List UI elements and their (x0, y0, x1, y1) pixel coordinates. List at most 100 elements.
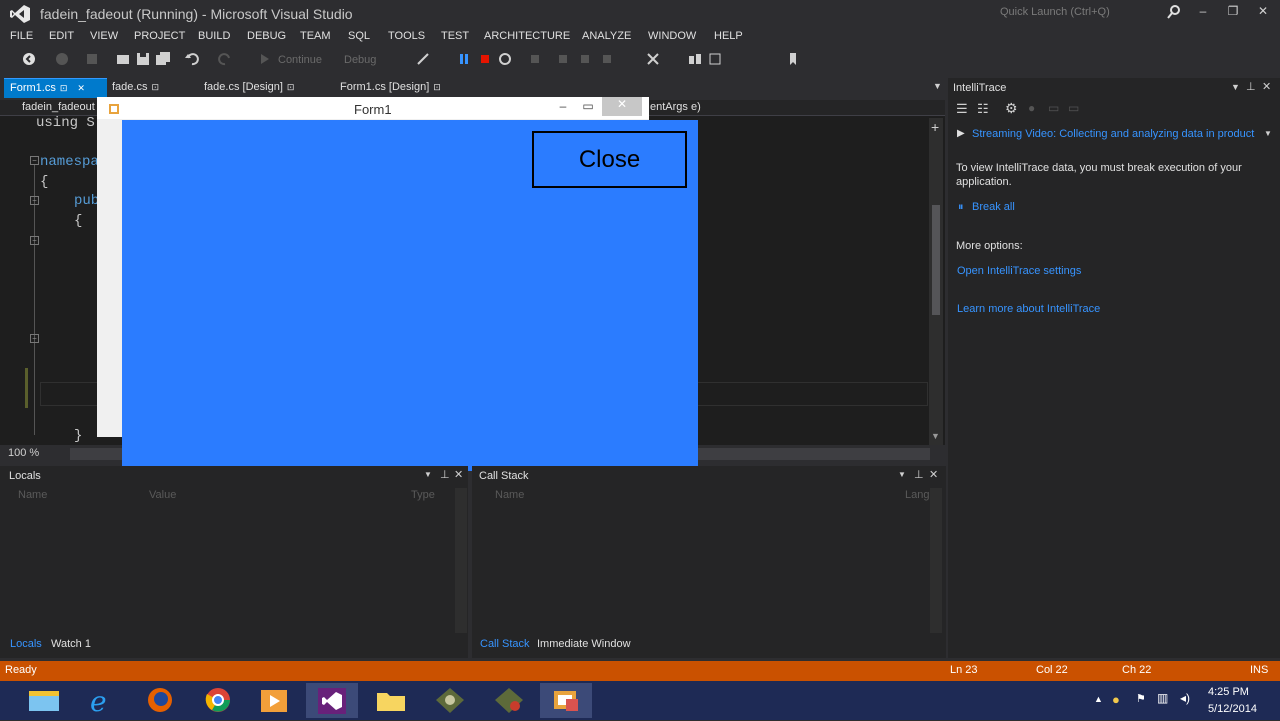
show-next-statement-icon[interactable] (528, 52, 542, 66)
call-stack-scrollbar[interactable] (930, 488, 942, 633)
tab-locals[interactable]: Locals (10, 638, 42, 650)
tab-form1-design[interactable]: Form1.cs [Design] ⊡ (334, 78, 447, 98)
learn-more-link[interactable]: Learn more about IntelliTrace (957, 303, 1100, 315)
pause-icon[interactable] (457, 52, 471, 66)
folder-icon[interactable] (365, 683, 417, 718)
zoom-dropdown[interactable]: 100 % (8, 447, 39, 459)
tab-watch-1[interactable]: Watch 1 (51, 638, 91, 650)
export-icon[interactable]: ▭ (1048, 101, 1059, 115)
step-out-icon[interactable] (600, 52, 614, 66)
clock-time[interactable]: 4:25 PM (1208, 686, 1249, 698)
menu-view[interactable]: VIEW (90, 30, 118, 42)
tab-fade-design[interactable]: fade.cs [Design] ⊡ (198, 78, 300, 98)
pin-icon[interactable]: ⊥ (440, 468, 450, 481)
menu-test[interactable]: TEST (441, 30, 469, 42)
pin-icon[interactable]: ⊡ (151, 82, 159, 92)
forward-navigation-icon[interactable] (55, 52, 69, 66)
save-icon[interactable]: ▭ (1068, 101, 1079, 115)
step-into-icon[interactable] (556, 52, 570, 66)
continue-icon[interactable] (258, 52, 272, 66)
tab-immediate-window[interactable]: Immediate Window (537, 638, 631, 650)
close-icon[interactable]: ✕ (929, 468, 938, 481)
close-button[interactable]: Close (532, 131, 687, 188)
member-dropdown[interactable]: entArgs e) (650, 101, 701, 113)
open-file-icon[interactable] (116, 52, 130, 66)
tab-fade-cs[interactable]: fade.cs ⊡ (106, 78, 165, 98)
chrome-icon[interactable] (192, 683, 244, 718)
menu-architecture[interactable]: ARCHITECTURE (484, 30, 570, 42)
save-icon[interactable] (136, 52, 150, 66)
column-type[interactable]: Type (411, 489, 435, 501)
menu-analyze[interactable]: ANALYZE (582, 30, 631, 42)
dropdown-icon[interactable]: ▼ (424, 470, 432, 479)
close-icon[interactable]: ✕ (1262, 80, 1271, 93)
collapse-icon[interactable]: − (30, 196, 39, 205)
step-over-icon[interactable] (578, 52, 592, 66)
back-navigation-icon[interactable] (22, 52, 36, 66)
search-icon[interactable]: ● (1028, 101, 1035, 115)
locals-scrollbar[interactable] (455, 488, 467, 633)
close-icon[interactable]: ✕ (77, 83, 85, 93)
pin-icon[interactable]: ⊡ (60, 83, 68, 93)
configuration-dropdown[interactable]: Debug (344, 54, 376, 66)
menu-edit[interactable]: EDIT (49, 30, 74, 42)
network-icon[interactable]: ▥ (1157, 691, 1168, 705)
internet-explorer-icon[interactable]: e (76, 683, 128, 718)
undo-icon[interactable] (185, 52, 199, 66)
pin-icon[interactable]: ⊡ (287, 82, 295, 92)
collapse-icon[interactable]: − (30, 236, 39, 245)
split-icon[interactable]: + (931, 119, 939, 135)
search-icon[interactable] (1166, 4, 1182, 20)
restart-icon[interactable] (498, 52, 512, 66)
dropdown-icon[interactable]: ▼ (1231, 82, 1240, 92)
redo-icon[interactable] (218, 52, 232, 66)
app-icon-1[interactable] (424, 683, 476, 718)
menu-help[interactable]: HELP (714, 30, 743, 42)
scroll-down-icon[interactable]: ▼ (931, 431, 940, 441)
tray-app-icon[interactable]: ● (1112, 692, 1120, 707)
column-value[interactable]: Value (149, 489, 176, 501)
tab-call-stack[interactable]: Call Stack (480, 638, 530, 650)
form-close-button[interactable]: ✕ (602, 97, 642, 116)
menu-tools[interactable]: TOOLS (388, 30, 425, 42)
gear-icon[interactable]: ⚙ (1005, 100, 1018, 117)
type-dropdown[interactable]: fadein_fadeout (22, 101, 95, 113)
dropdown-icon[interactable]: ▼ (1264, 129, 1272, 138)
visual-studio-taskbar-item[interactable] (306, 683, 358, 718)
column-name[interactable]: Name (18, 489, 47, 501)
hex-display-icon[interactable] (646, 52, 660, 66)
firefox-icon[interactable] (134, 683, 186, 718)
break-all-link[interactable]: Break all (972, 201, 1015, 213)
volume-icon[interactable]: ◂) (1180, 691, 1190, 705)
save-all-icon[interactable] (156, 52, 170, 66)
continue-label[interactable]: Continue (278, 54, 322, 66)
pin-icon[interactable]: ⊡ (433, 82, 441, 92)
stack-frame-icon[interactable] (708, 52, 722, 66)
collapse-icon[interactable]: − (30, 156, 39, 165)
menu-window[interactable]: WINDOW (648, 30, 696, 42)
column-lang[interactable]: Lang (905, 489, 929, 501)
open-settings-link[interactable]: Open IntelliTrace settings (957, 265, 1081, 277)
attach-icon[interactable] (416, 52, 430, 66)
close-icon[interactable]: ✕ (454, 468, 463, 481)
bookmark-icon[interactable] (786, 52, 800, 66)
list-detail-icon[interactable]: ☷ (977, 101, 989, 117)
menu-build[interactable]: BUILD (198, 30, 230, 42)
scrollbar-thumb[interactable] (932, 205, 940, 315)
pin-icon[interactable]: ⊥ (914, 468, 924, 481)
minimize-button[interactable]: – (1192, 4, 1214, 22)
tab-overflow-icon[interactable]: ▼ (933, 81, 942, 91)
menu-sql[interactable]: SQL (348, 30, 370, 42)
streaming-video-link[interactable]: Streaming Video: Collecting and analyzin… (972, 128, 1268, 140)
stop-icon[interactable] (478, 52, 492, 66)
pin-icon[interactable]: ⊥ (1246, 80, 1256, 93)
menu-team[interactable]: TEAM (300, 30, 331, 42)
quick-launch-input[interactable]: Quick Launch (Ctrl+Q) (960, 3, 1160, 23)
new-project-icon[interactable] (85, 52, 99, 66)
menu-debug[interactable]: DEBUG (247, 30, 286, 42)
form-minimize-button[interactable]: – (551, 99, 575, 115)
media-player-icon[interactable] (248, 683, 300, 718)
tab-form1-cs[interactable]: Form1.cs ⊡ ✕ (4, 78, 107, 98)
action-center-icon[interactable]: ⚑ (1136, 692, 1146, 705)
restore-button[interactable]: ❐ (1222, 4, 1244, 22)
